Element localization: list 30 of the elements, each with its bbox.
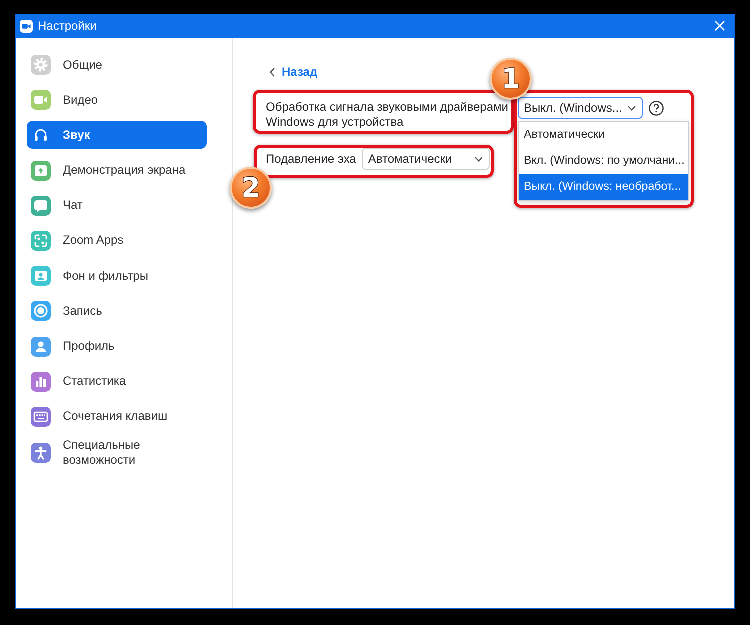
- dropdown-option[interactable]: Автоматически: [519, 122, 688, 148]
- window-title: Настройки: [38, 19, 98, 33]
- sidebar-item[interactable]: Фон и фильтры: [27, 262, 207, 290]
- setting-label: Подавление эха: [266, 152, 356, 166]
- headphones-icon: [34, 128, 48, 142]
- dropdown-option[interactable]: Вкл. (Windows: по умолчани...: [519, 148, 688, 174]
- help-icon[interactable]: [649, 100, 664, 116]
- caret-icon: [628, 106, 636, 110]
- sidebar-item[interactable]: Видео: [27, 86, 207, 114]
- setting-label: Обработка сигнала звуковыми драйверами Windows для устройства: [266, 100, 508, 129]
- close-icon[interactable]: [715, 21, 725, 31]
- sidebar-item[interactable]: Статистика: [27, 368, 207, 396]
- sidebar-item[interactable]: Чат: [27, 192, 207, 220]
- sidebar-item[interactable]: Сочетания клавиш: [27, 402, 207, 431]
- dropdown-select[interactable]: Выкл. (Windows...: [518, 97, 644, 119]
- dropdown-select[interactable]: Автоматически: [362, 148, 490, 170]
- dropdown-option[interactable]: Выкл. (Windows: необработ...: [519, 174, 688, 200]
- video-camera-icon: [20, 20, 33, 32]
- caret-icon: [475, 156, 484, 162]
- sidebar-item[interactable]: Zoom Apps: [27, 226, 207, 255]
- sidebar-item[interactable]: Общие: [27, 51, 207, 79]
- step-badge: 2: [230, 167, 272, 209]
- step-badge: 1: [490, 58, 532, 100]
- sidebar-item[interactable]: Профиль: [27, 332, 207, 360]
- sidebar-item[interactable]: Запись: [27, 297, 207, 326]
- back-link[interactable]: Назад: [270, 64, 318, 80]
- sidebar-item[interactable]: Специальные возможности: [27, 438, 207, 468]
- chevron-left-icon: [270, 68, 275, 76]
- sidebar-item[interactable]: Звук: [27, 121, 207, 150]
- sidebar-item[interactable]: Демонстрация экрана: [27, 156, 207, 185]
